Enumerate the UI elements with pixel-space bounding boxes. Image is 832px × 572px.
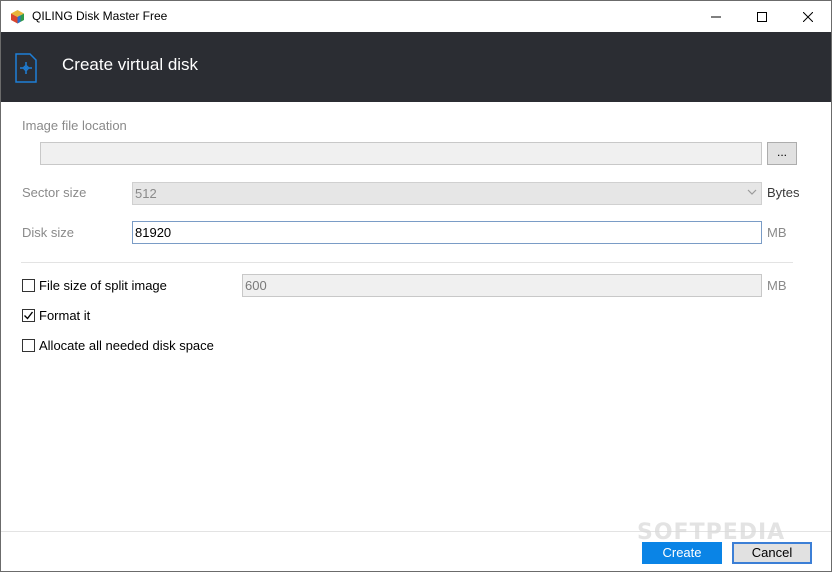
sector-size-label: Sector size	[22, 185, 87, 200]
sector-size-select[interactable]: 512	[132, 182, 762, 205]
sector-size-value: 512	[135, 186, 157, 201]
image-location-label: Image file location	[22, 118, 127, 133]
app-logo-icon	[11, 10, 24, 24]
chevron-down-icon	[747, 189, 757, 195]
close-icon	[803, 11, 813, 22]
maximize-icon	[757, 11, 767, 22]
format-it-option[interactable]: Format it	[22, 308, 90, 323]
title-bar: QILING Disk Master Free	[1, 1, 831, 32]
dialog-title: Create virtual disk	[62, 55, 199, 74]
split-size-unit: MB	[767, 278, 787, 293]
cancel-button[interactable]: Cancel	[732, 542, 812, 564]
maximize-button[interactable]	[739, 1, 785, 32]
disk-size-input[interactable]: 81920	[132, 221, 762, 244]
window-title: QILING Disk Master Free	[32, 9, 168, 23]
section-divider	[21, 262, 793, 263]
allocate-option[interactable]: Allocate all needed disk space	[22, 338, 214, 353]
split-image-checkbox[interactable]	[22, 279, 35, 292]
allocate-checkbox[interactable]	[22, 339, 35, 352]
virtual-disk-icon	[15, 53, 37, 83]
split-size-input[interactable]: 600	[242, 274, 762, 297]
disk-size-unit: MB	[767, 225, 787, 240]
checkmark-icon	[24, 311, 34, 320]
app-window: QILING Disk Master Free Create virtual d…	[0, 0, 832, 572]
dialog-header: Create virtual disk	[1, 32, 831, 102]
browse-button[interactable]: ...	[767, 142, 797, 165]
split-image-option[interactable]: File size of split image	[22, 278, 167, 293]
format-it-label: Format it	[39, 308, 91, 323]
allocate-label: Allocate all needed disk space	[39, 338, 214, 353]
format-it-checkbox[interactable]	[22, 309, 35, 322]
split-image-label: File size of split image	[39, 278, 167, 293]
create-button[interactable]: Create	[642, 542, 722, 564]
sector-size-unit: Bytes	[767, 185, 800, 200]
close-button[interactable]	[785, 1, 831, 32]
minimize-button[interactable]	[693, 1, 739, 32]
minimize-icon	[711, 16, 721, 17]
image-location-input[interactable]	[40, 142, 762, 165]
disk-size-label: Disk size	[22, 225, 75, 240]
